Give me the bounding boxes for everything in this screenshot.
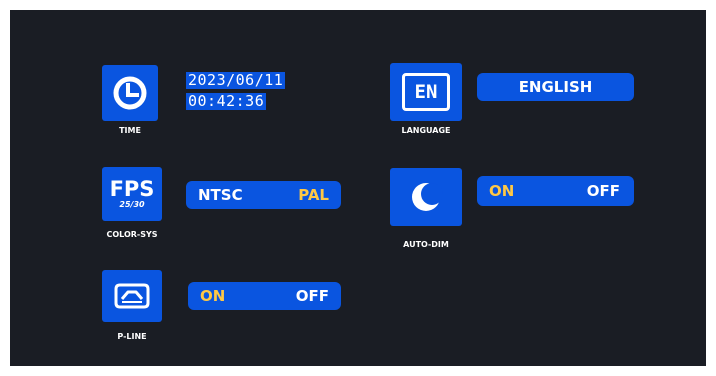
auto-dim-toggle[interactable]: ON OFF xyxy=(477,176,634,206)
p-line-tile[interactable] xyxy=(102,270,162,322)
p-line-caption: P-LINE xyxy=(117,332,147,341)
language-selector[interactable]: ENGLISH xyxy=(477,73,634,101)
moon-icon xyxy=(412,183,443,211)
clock-icon xyxy=(113,76,147,110)
time-caption: TIME xyxy=(119,126,141,135)
p-line-on-option[interactable]: ON xyxy=(200,287,225,305)
en-icon-text: EN xyxy=(414,81,438,103)
fps-icon-title: FPS xyxy=(109,177,155,201)
color-sys-caption: COLOR-SYS xyxy=(106,230,158,239)
p-line-toggle[interactable]: ON OFF xyxy=(188,282,341,310)
language-tile[interactable]: EN xyxy=(390,63,462,121)
language-caption: LANGUAGE xyxy=(401,126,451,135)
auto-dim-caption: AUTO-DIM xyxy=(403,240,449,249)
p-line-off-option[interactable]: OFF xyxy=(296,287,329,305)
ntsc-option[interactable]: NTSC xyxy=(198,186,243,204)
date-value[interactable]: 2023/06/11 xyxy=(186,72,286,89)
en-icon: EN xyxy=(402,73,450,111)
auto-dim-on-option[interactable]: ON xyxy=(489,182,514,200)
parking-line-icon xyxy=(114,283,150,309)
osd-menu-screen: TIME 2023/06/11 00:42:36 EN LANGUAGE ENG… xyxy=(10,10,706,366)
auto-dim-off-option[interactable]: OFF xyxy=(587,182,620,200)
time-tile[interactable] xyxy=(102,65,158,121)
color-sys-selector[interactable]: NTSC PAL xyxy=(186,181,341,209)
clock-value[interactable]: 00:42:36 xyxy=(186,93,267,110)
pal-option[interactable]: PAL xyxy=(298,186,329,204)
fps-icon-sub: 25/30 xyxy=(119,200,145,209)
color-sys-tile[interactable]: FPS 25/30 xyxy=(102,167,162,221)
auto-dim-tile[interactable] xyxy=(390,168,462,226)
language-value: ENGLISH xyxy=(518,78,593,96)
